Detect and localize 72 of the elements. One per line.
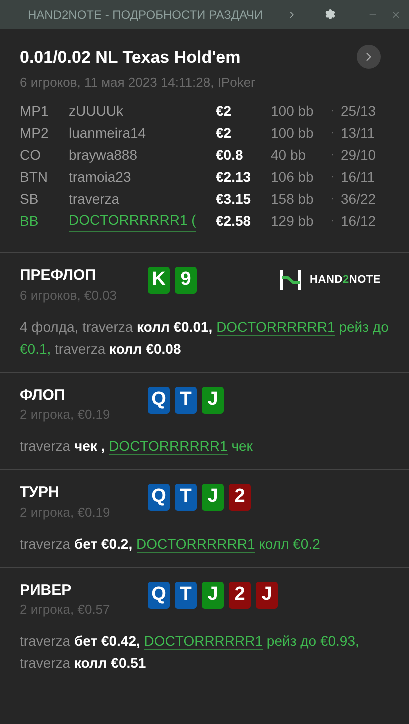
playing-card: Q xyxy=(148,582,170,608)
stack-text: €2 xyxy=(216,124,233,143)
playing-card: J xyxy=(202,582,224,608)
playing-card: Q xyxy=(148,484,170,511)
position-text: CO xyxy=(20,146,42,165)
playing-card: T xyxy=(175,582,197,608)
playing-card: K xyxy=(148,267,170,294)
playing-card: Q xyxy=(148,386,170,414)
separator-dot: · xyxy=(331,192,336,207)
stack-text: €3.15 xyxy=(216,190,252,209)
player-link[interactable]: DOCTORRRRRR1 xyxy=(216,318,336,336)
playing-card: 2 xyxy=(229,484,251,511)
street-title: ТУРН xyxy=(20,483,60,503)
stack-text: €2 xyxy=(216,102,233,121)
street-title: РИВЕР xyxy=(20,580,73,600)
player-link[interactable]: DOCTORRRRRR1 xyxy=(136,536,256,552)
next-button[interactable] xyxy=(357,45,381,69)
stats-text: 29/10 xyxy=(341,146,376,165)
playing-card: J xyxy=(202,386,224,414)
bb-text: 40 bb xyxy=(271,146,308,165)
position-text: MP2 xyxy=(20,124,50,143)
stats-text: 25/13 xyxy=(341,102,376,121)
stack-text: €2.13 xyxy=(216,168,252,187)
separator-dot: · xyxy=(331,148,336,163)
street-info: 2 игрока, €0.19 xyxy=(20,407,112,423)
bb-text: 129 bb xyxy=(271,212,315,231)
player-name: zUUUUk xyxy=(69,102,124,121)
stats-text: 16/12 xyxy=(341,212,376,231)
playing-card: T xyxy=(175,386,197,414)
player-name: tramoia23 xyxy=(69,168,132,187)
separator-dot: · xyxy=(331,170,336,185)
bb-text: 106 bb xyxy=(271,168,315,187)
playing-card: J xyxy=(202,484,224,511)
action-line: traverza бет €0.42, DOCTORRRRRR1 рейз до €0.93, traverza колл €0.51 xyxy=(20,632,360,673)
stack-text: €2.58 xyxy=(216,212,252,231)
playing-card: J xyxy=(256,582,278,608)
stack-text: €0.8 xyxy=(216,146,244,165)
action-line: traverza бет €0.2, DOCTORRRRRR1 колл €0.2 xyxy=(20,534,322,554)
stats-text: 36/22 xyxy=(341,190,376,209)
player-name[interactable]: DOCTORRRRRR1 ( xyxy=(69,210,196,232)
stats-text: 16/11 xyxy=(341,168,375,187)
separator-dot: · xyxy=(331,214,336,229)
street-info: 6 игроков, €0.03 xyxy=(20,288,118,304)
logo-icon xyxy=(280,269,302,291)
position-text: BTN xyxy=(20,168,49,187)
street-title: ФЛОП xyxy=(20,386,66,406)
bb-text: 100 bb xyxy=(271,124,315,143)
action-line: traverza чек , DOCTORRRRRR1 чек xyxy=(20,437,254,457)
player-name: traverza xyxy=(69,190,120,209)
hand-title: 0.01/0.02 NL Texas Hold'em xyxy=(20,47,242,69)
playing-card: T xyxy=(175,484,197,511)
action-line: 4 фолда, traverza колл €0.01, DOCTORRRRRR1 рейз до €0.1, traverza колл €0.08 xyxy=(20,318,389,358)
street-info: 2 игрока, €0.19 xyxy=(20,504,112,520)
bb-text: 158 bb xyxy=(271,190,315,209)
stats-text: 13/11 xyxy=(341,124,375,143)
bb-text: 100 bb xyxy=(271,102,315,121)
hand-subtitle: 6 игроков, 11 мая 2023 14:11:28, IPoker xyxy=(20,74,256,92)
window-title: HAND2NOTE - ПОДРОБНОСТИ РАЗДАЧИ xyxy=(28,6,264,24)
logo-text: HAND2NOTE xyxy=(310,272,381,288)
separator-dot: · xyxy=(331,126,336,141)
playing-card: 2 xyxy=(229,582,251,608)
player-name: braywa888 xyxy=(69,146,138,165)
street-title: ПРЕФЛОП xyxy=(20,266,97,286)
position-text: MP1 xyxy=(20,102,50,121)
player-link[interactable]: DOCTORRRRRR1 xyxy=(109,438,228,455)
position-text: SB xyxy=(20,190,40,209)
player-link[interactable]: DOCTORRRRRR1 xyxy=(144,633,264,650)
separator-dot: · xyxy=(331,104,336,119)
player-name: luanmeira14 xyxy=(69,124,146,143)
playing-card: 9 xyxy=(175,267,197,294)
position-text: BB xyxy=(20,212,40,231)
street-info: 2 игрока, €0.57 xyxy=(20,602,112,618)
